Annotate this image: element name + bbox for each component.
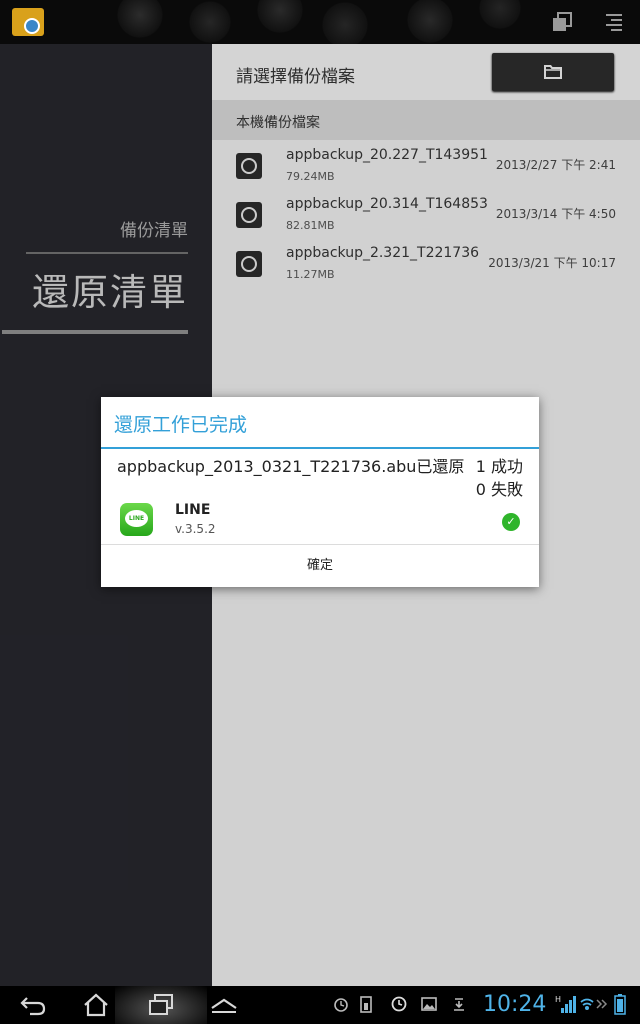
sync-clock-icon <box>391 996 407 1012</box>
alarm-icon <box>334 998 348 1012</box>
restored-file-message: appbackup_2013_0321_T221736.abu已還原 <box>117 457 465 476</box>
wifi-icon <box>580 998 594 1010</box>
fail-count: 0 失敗 <box>475 480 523 499</box>
layers-icon[interactable] <box>550 10 574 34</box>
battery-icon <box>614 994 626 1015</box>
app-name: LINE <box>175 502 211 518</box>
chevron-up-icon[interactable] <box>209 992 239 1018</box>
home-icon[interactable] <box>81 992 111 1018</box>
check-circle-icon: ✓ <box>502 513 520 531</box>
more-icon <box>596 999 608 1009</box>
status-clock: 10:24 <box>483 992 547 1017</box>
signal-icon: H <box>555 995 576 1013</box>
line-app-icon: LINE <box>120 503 153 536</box>
restore-complete-dialog: 還原工作已完成 appbackup_2013_0321_T221736.abu已… <box>101 397 539 587</box>
dialog-title-divider <box>101 447 539 449</box>
line-icon-label: LINE <box>125 510 148 527</box>
back-icon[interactable] <box>18 992 48 1018</box>
recent-apps-icon[interactable] <box>146 992 176 1018</box>
confirm-button[interactable]: 確定 <box>101 545 539 587</box>
menu-icon[interactable] <box>603 10 627 34</box>
app-version: v.3.5.2 <box>175 522 216 536</box>
battery-clipboard-icon <box>360 996 372 1013</box>
app-logo-icon[interactable] <box>12 8 44 36</box>
dialog-title: 還原工作已完成 <box>114 414 248 436</box>
action-bar <box>0 0 640 44</box>
download-icon <box>454 998 464 1011</box>
success-count: 1 成功 <box>475 457 523 476</box>
svg-text:H: H <box>555 995 561 1004</box>
image-icon <box>421 997 437 1011</box>
